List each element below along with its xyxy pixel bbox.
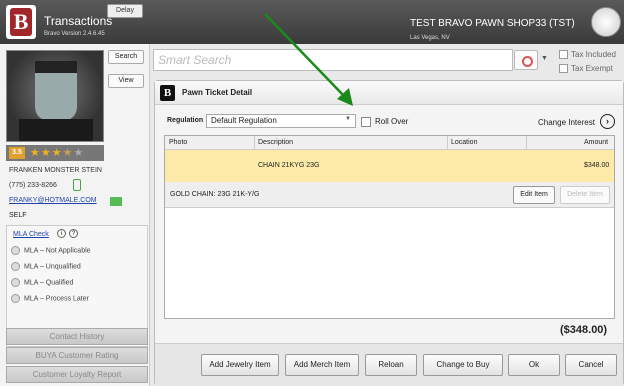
app-title: Transactions — [44, 14, 113, 28]
reloan-button[interactable]: Reloan — [365, 354, 417, 376]
shop-name: TEST BRAVO PAWN SHOP33 (TST) — [410, 18, 575, 29]
row-description: CHAIN 21KYG 23G — [258, 162, 320, 169]
customer-name: FRANKEN MONSTER STEIN — [9, 167, 102, 174]
dialog-logo: B — [160, 85, 175, 101]
customer-phone: (775) 233-8266 — [9, 182, 57, 189]
buya-rating-button[interactable]: BUYA Customer Rating — [6, 347, 148, 364]
row-amount: $348.00 — [584, 162, 610, 169]
ok-button[interactable]: Ok — [508, 354, 560, 376]
rating-value: 3.5 — [9, 147, 25, 159]
clock-icon — [591, 7, 621, 37]
mla-check-link[interactable]: MLA Check — [13, 231, 49, 238]
smart-search-input[interactable]: Smart Search — [153, 49, 513, 71]
search-icon[interactable] — [514, 50, 538, 70]
col-amount[interactable]: Amount — [584, 139, 608, 146]
info-icon[interactable]: i — [57, 229, 66, 238]
dialog-button-bar: Add Jewelry Item Add Merch Item Reloan C… — [155, 343, 623, 386]
rating-stars-icon: ★★★★★ — [30, 147, 85, 159]
shop-location: Las Vegas, NV — [410, 35, 450, 41]
contact-history-button[interactable]: Contact History — [6, 328, 148, 345]
customer-panel: Search View 3.5 ★★★★★ FRANKEN MONSTER ST… — [0, 44, 150, 386]
app-logo: B — [6, 5, 36, 39]
chevron-down-icon: ▼ — [345, 116, 351, 122]
tax-included-checkbox[interactable]: Tax Included — [559, 50, 616, 60]
app-version: Bravo Version 2.4.6.45 — [44, 31, 105, 37]
change-to-buy-button[interactable]: Change to Buy — [423, 354, 503, 376]
customer-email-link[interactable]: FRANKY@HOTMALE.COM — [9, 197, 97, 204]
chevron-down-icon[interactable]: ▼ — [541, 55, 548, 62]
col-photo[interactable]: Photo — [169, 139, 187, 146]
mail-icon[interactable] — [110, 197, 122, 206]
mla-option-not-applicable[interactable]: MLA – Not Applicable — [11, 246, 91, 255]
mla-option-process-later[interactable]: MLA – Process Later — [11, 294, 89, 303]
add-merch-item-button[interactable]: Add Merch Item — [285, 354, 359, 376]
edit-item-button[interactable]: Edit Item — [513, 186, 555, 204]
view-customer-button[interactable]: View — [108, 74, 144, 88]
app-header: B Transactions Bravo Version 2.4.6.45 De… — [0, 0, 624, 44]
add-jewelry-item-button[interactable]: Add Jewelry Item — [201, 354, 279, 376]
customer-rating: 3.5 ★★★★★ — [6, 145, 104, 161]
regulation-select[interactable]: Default Regulation ▼ — [206, 114, 356, 128]
customer-photo — [6, 50, 104, 142]
mla-option-unqualified[interactable]: MLA – Unqualified — [11, 262, 81, 271]
tax-exempt-checkbox[interactable]: Tax Exempt — [559, 64, 613, 74]
change-interest-label: Change Interest — [538, 118, 595, 127]
col-location[interactable]: Location — [451, 139, 477, 146]
rollover-checkbox[interactable]: Roll Over — [361, 117, 408, 127]
delete-item-button[interactable]: Delete Item — [560, 186, 610, 204]
regulation-label: Regulation — [167, 117, 204, 124]
mla-option-qualified[interactable]: MLA – Qualified — [11, 278, 73, 287]
loyalty-report-button[interactable]: Customer Loyalty Report — [6, 366, 148, 383]
grid-header: Photo Description Location Amount — [165, 136, 614, 150]
dialog-title-bar: B Pawn Ticket Detail — [155, 81, 623, 105]
ticket-total: ($348.00) — [560, 324, 608, 336]
chevron-right-icon[interactable]: › — [600, 114, 615, 129]
customer-relation: SELF — [9, 212, 27, 219]
delay-button[interactable]: Delay — [107, 4, 143, 18]
pawn-ticket-dialog: B Pawn Ticket Detail Regulation Default … — [154, 80, 624, 386]
search-customer-button[interactable]: Search — [108, 50, 144, 64]
item-detail-row: GOLD CHAIN: 23G 21K-Y/G Edit Item Delete… — [165, 182, 614, 208]
phone-icon[interactable] — [73, 179, 81, 191]
col-description[interactable]: Description — [258, 139, 293, 146]
cancel-button[interactable]: Cancel — [565, 354, 617, 376]
help-icon[interactable]: ? — [69, 229, 78, 238]
item-detail-description: GOLD CHAIN: 23G 21K-Y/G — [170, 191, 260, 198]
dialog-title: Pawn Ticket Detail — [182, 88, 253, 97]
table-row[interactable]: CHAIN 21KYG 23G $348.00 — [165, 150, 614, 182]
